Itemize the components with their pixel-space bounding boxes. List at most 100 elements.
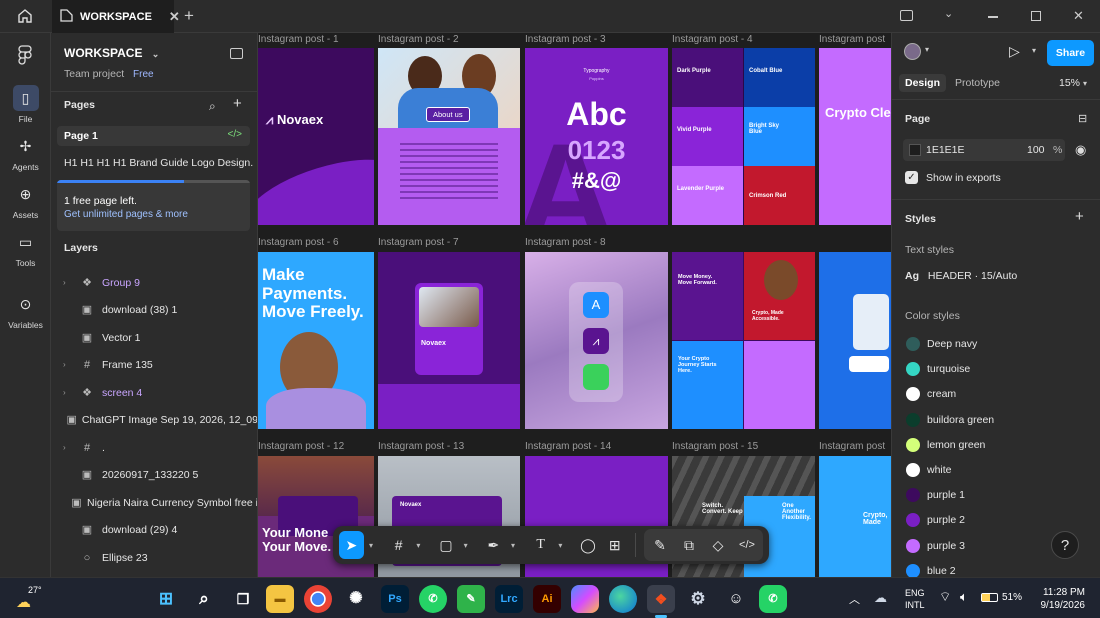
instagram-post-3[interactable]: A Typography Poppins Abc 0123 #&@ [525, 48, 668, 225]
minimize-icon[interactable] [988, 16, 998, 18]
pen-tool-icon[interactable]: ✒ [481, 531, 506, 559]
draw-mode-icon[interactable]: ✎ [646, 531, 674, 559]
rectangle-tool-icon[interactable]: ▢ [434, 531, 459, 559]
chevron-down-icon[interactable]: ▾ [1032, 46, 1036, 55]
tab-design[interactable]: Design [899, 74, 947, 92]
layer-row[interactable]: ▣ Vector 1 [51, 324, 257, 351]
edge-icon[interactable] [609, 585, 637, 613]
rail-tools[interactable]: ▭ Tools [0, 229, 51, 268]
share-button[interactable]: Share [1047, 40, 1094, 66]
color-style-item[interactable]: turquoise [892, 361, 1100, 379]
expand-icon[interactable]: › [63, 360, 77, 369]
page-item-2[interactable]: H1 H1 H1 H1 Brand Guide Logo Design... [64, 157, 254, 169]
instagram-post-8[interactable]: A ⩘ [525, 252, 668, 429]
chevron-down-icon[interactable]: ⌄ [944, 7, 953, 20]
frame-label[interactable]: Instagram post - 2 [378, 34, 459, 45]
text-tool-icon[interactable]: T [528, 531, 553, 559]
restore-icon[interactable] [1031, 11, 1041, 21]
clock[interactable]: 11:28 PM 9/19/2026 [1035, 586, 1086, 612]
layer-row[interactable]: ○ Ellipse 23 [51, 544, 257, 571]
upsell-link[interactable]: Get unlimited pages & more [64, 209, 188, 220]
rail-agents[interactable]: ✢ Agents [0, 133, 51, 172]
rail-assets[interactable]: ⊕ Assets [0, 181, 51, 220]
settings-icon[interactable]: ⚙ [684, 585, 712, 613]
instagram-post-10[interactable] [819, 252, 891, 429]
frame-label[interactable]: Instagram post [819, 34, 885, 45]
frame-label[interactable]: Instagram post - 15 [672, 441, 758, 452]
expand-icon[interactable]: › [63, 388, 77, 397]
expand-icon[interactable]: › [63, 278, 77, 287]
instagram-post-4[interactable]: Dark Purple Cobalt Blue Vivid Purple Bri… [672, 48, 815, 225]
photoshop-icon[interactable]: Ps [381, 585, 409, 613]
color-style-item[interactable]: lemon green [892, 437, 1100, 455]
eye-icon[interactable]: ◉ [1075, 142, 1086, 158]
page-settings-icon[interactable]: ⊟ [1078, 112, 1087, 125]
chatgpt-icon[interactable]: ✺ [342, 585, 370, 613]
chevron-down-icon[interactable]: ▾ [413, 541, 424, 550]
show-exports-checkbox[interactable]: ✓ [905, 171, 918, 184]
color-style-item[interactable]: cream [892, 386, 1100, 404]
tab-workspace[interactable]: WORKSPACE ✕ [52, 0, 180, 33]
battery-icon[interactable] [981, 593, 998, 602]
panel-toggle-icon[interactable] [230, 48, 243, 59]
page-item-1[interactable]: Page 1 </> [57, 126, 250, 146]
chevron-down-icon[interactable]: ▾ [925, 45, 929, 54]
layer-row[interactable]: › ❖ screen 4 [51, 379, 257, 406]
chevron-down-icon[interactable]: ▾ [460, 541, 471, 550]
start-icon[interactable]: ⊞ [152, 585, 180, 613]
layer-row[interactable]: › # Frame 135 [51, 351, 257, 378]
instagram-post-7[interactable]: Novaex [378, 252, 520, 429]
chevron-up-icon[interactable]: ︿ [849, 591, 860, 607]
add-page-icon[interactable]: + [233, 95, 242, 112]
color-style-item[interactable]: purple 2 [892, 512, 1100, 530]
color-style-item[interactable]: white [892, 462, 1100, 480]
add-style-icon[interactable]: + [1075, 208, 1084, 225]
tab-prototype[interactable]: Prototype [955, 77, 1000, 89]
language-indicator[interactable]: ENG INTL [905, 587, 925, 611]
rail-variables[interactable]: ⊙ Variables [0, 291, 51, 330]
frame-label[interactable]: Instagram post - 8 [525, 237, 606, 248]
frame-label[interactable]: Instagram post - 1 [258, 34, 339, 45]
text-style-item[interactable]: Ag HEADER · 15/Auto [905, 270, 1017, 282]
chevron-down-icon[interactable]: ▾ [508, 541, 519, 550]
weather-widget[interactable]: ☁ 27° [14, 584, 54, 614]
layer-row[interactable]: › ❖ Group 9 [51, 269, 257, 296]
design-mode-icon[interactable]: ⧉ [675, 531, 703, 559]
move-tool-icon[interactable]: ➤ [339, 531, 364, 559]
close-tab-icon[interactable]: ✕ [169, 9, 180, 25]
search-icon[interactable]: ⌕ [209, 99, 216, 114]
frame-label[interactable]: Instagram post - 13 [378, 441, 464, 452]
component-mode-icon[interactable]: ◇ [704, 531, 732, 559]
whatsapp-business-icon[interactable]: ✆ [759, 585, 787, 613]
page-color-field[interactable]: 1E1E1E 100 % [903, 139, 1065, 161]
color-style-item[interactable]: purple 3 [892, 538, 1100, 556]
expand-icon[interactable]: › [63, 443, 77, 452]
file-explorer-icon[interactable]: ▬ [266, 585, 294, 613]
task-view-icon[interactable]: ❐ [229, 585, 257, 613]
notes-icon[interactable]: ✎ [457, 585, 485, 613]
chevron-down-icon[interactable]: ▾ [366, 541, 377, 550]
layer-row[interactable]: ▣ download (38) 1 [51, 296, 257, 323]
illustrator-icon[interactable]: Ai [533, 585, 561, 613]
actions-icon[interactable]: ⊞ [602, 531, 627, 559]
copilot-icon[interactable] [571, 585, 599, 613]
instagram-post-5[interactable]: Crypto Cle [819, 48, 891, 225]
frame-label[interactable]: Instagram post - 3 [525, 34, 606, 45]
color-style-item[interactable]: buildora green [892, 412, 1100, 430]
layer-row[interactable]: ▣ download (29) 4 [51, 516, 257, 543]
workspace-menu[interactable]: WORKSPACE ⌄ [64, 46, 257, 60]
close-window-icon[interactable]: ✕ [1073, 8, 1084, 24]
color-style-item[interactable]: purple 1 [892, 487, 1100, 505]
canvas[interactable]: Instagram post - 1 Instagram post - 2 In… [258, 33, 891, 577]
instagram-post-6[interactable]: Make Payments. Move Freely. [258, 252, 374, 429]
comment-tool-icon[interactable]: ◯ [576, 531, 601, 559]
new-tab-button[interactable]: + [184, 6, 194, 26]
frame-label[interactable]: Instagram post - 4 [672, 34, 753, 45]
figma-logo-icon[interactable] [18, 45, 32, 65]
instagram-post-16[interactable]: Crypto, Made [819, 456, 891, 577]
whatsapp-icon[interactable]: ✆ [419, 585, 447, 613]
color-style-item[interactable]: blue 2 [892, 563, 1100, 577]
instagram-post-9[interactable]: Move Money. Move Forward. Crypto, Made A… [672, 252, 815, 429]
home-icon[interactable] [17, 8, 33, 24]
layer-row[interactable]: ▣ ChatGPT Image Sep 19, 2026, 12_09 [51, 406, 257, 433]
